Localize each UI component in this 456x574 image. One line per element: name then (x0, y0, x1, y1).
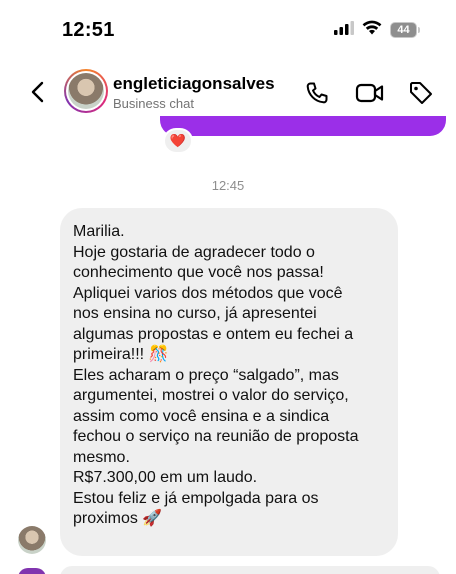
contact-username[interactable]: engleticiagonsalves (113, 74, 275, 94)
previous-outgoing-message[interactable] (160, 116, 446, 136)
message-line: algumas propostas e ontem eu fechei a (73, 325, 354, 343)
video-call-button[interactable] (355, 80, 385, 106)
status-icons: 44 (334, 20, 420, 40)
message-line: Hoje gostaria de agradecer todo o (73, 243, 315, 261)
message-line: fechou o serviço na reunião de proposta (73, 428, 359, 445)
chat-header: engleticiagonsalves Business chat (0, 62, 456, 122)
message-line: Apliquei varios dos métodos que você (73, 284, 343, 302)
status-time: 12:51 (62, 19, 115, 41)
next-sender-avatar (18, 568, 46, 574)
chevron-left-icon (31, 81, 44, 103)
message-line: proximos 🚀 (73, 510, 163, 527)
sender-avatar[interactable] (18, 526, 46, 554)
message-line: Estou feliz e já empolgada para os (73, 489, 319, 507)
battery-icon: 44 (390, 22, 420, 38)
voice-call-button[interactable] (304, 80, 330, 106)
contact-avatar[interactable] (64, 69, 108, 113)
message-line: nos ensina no curso, já apresentei (73, 305, 317, 322)
signal-icon (334, 20, 354, 40)
message-line: Marilia. (73, 223, 125, 240)
message-line: conhecimento que você nos passa! (73, 264, 324, 281)
message-timestamp: 12:45 (211, 178, 245, 193)
battery-level: 44 (397, 24, 410, 36)
back-button[interactable] (26, 80, 50, 104)
message-line: argumentei, mostrei o valor do serviço, (73, 387, 349, 404)
message-line: assim como você ensina e a sindica (73, 407, 330, 425)
wifi-icon (362, 20, 382, 40)
message-line: R$7.300,00 em um laudo. (73, 469, 258, 486)
contact-subtitle: Business chat (113, 96, 194, 111)
heart-icon: ❤️ (169, 133, 187, 148)
message-line: mesmo. (73, 448, 130, 466)
heart-reaction[interactable]: ❤️ (163, 128, 193, 154)
message-line: primeira!!! 🎊 (73, 346, 169, 363)
avatar-photo (68, 73, 104, 109)
tag-icon (410, 82, 432, 104)
status-bar: 12:51 44 (0, 0, 456, 60)
phone-icon (306, 82, 328, 104)
video-camera-icon (355, 83, 384, 103)
message-line: Eles acharam o preço “salgado”, mas (73, 366, 339, 384)
next-message-bubble[interactable] (60, 566, 440, 574)
label-button[interactable] (408, 80, 434, 106)
incoming-message-bubble[interactable]: Marilia. Hoje gostaria de agradecer todo… (60, 208, 398, 556)
